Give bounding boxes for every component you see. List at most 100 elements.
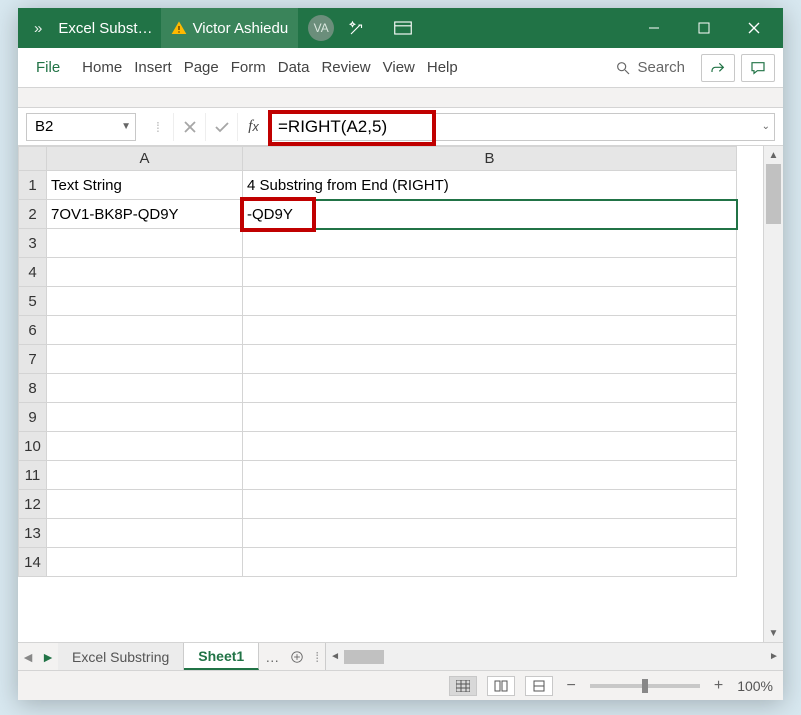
cell-A4[interactable] bbox=[47, 258, 243, 287]
formula-expand-icon[interactable]: ⌄ bbox=[762, 121, 770, 132]
vertical-scrollbar[interactable]: ▲ ▼ bbox=[763, 146, 783, 642]
cell-B5[interactable] bbox=[243, 287, 737, 316]
horizontal-scrollbar[interactable]: ◄ ► bbox=[325, 643, 783, 670]
row-header-5[interactable]: 5 bbox=[19, 287, 47, 316]
name-box-dropdown-icon[interactable]: ▼ bbox=[121, 121, 131, 132]
row-header-1[interactable]: 1 bbox=[19, 171, 47, 200]
cell-A1[interactable]: Text String bbox=[47, 171, 243, 200]
insert-function-button[interactable]: fx bbox=[238, 113, 270, 141]
enter-formula-button[interactable] bbox=[206, 113, 238, 141]
row-header-8[interactable]: 8 bbox=[19, 374, 47, 403]
col-header-B[interactable]: B bbox=[243, 147, 737, 171]
menu-data[interactable]: Data bbox=[272, 59, 316, 76]
select-all-corner[interactable] bbox=[19, 147, 47, 171]
hscroll-left-icon[interactable]: ◄ bbox=[326, 651, 344, 662]
cell-A12[interactable] bbox=[47, 490, 243, 519]
cell-B11[interactable] bbox=[243, 461, 737, 490]
zoom-slider[interactable] bbox=[590, 684, 700, 688]
user-avatar[interactable]: VA bbox=[308, 15, 334, 41]
cell-A9[interactable] bbox=[47, 403, 243, 432]
quick-access-wand[interactable] bbox=[334, 8, 380, 48]
formula-expand[interactable]: ⁞ bbox=[142, 113, 174, 141]
scroll-down-icon[interactable]: ▼ bbox=[764, 624, 783, 642]
close-button[interactable] bbox=[729, 8, 779, 48]
cell-B4[interactable] bbox=[243, 258, 737, 287]
cell-A14[interactable] bbox=[47, 548, 243, 577]
cell-A13[interactable] bbox=[47, 519, 243, 548]
minimize-button[interactable] bbox=[629, 8, 679, 48]
cancel-formula-button[interactable] bbox=[174, 113, 206, 141]
row-header-3[interactable]: 3 bbox=[19, 229, 47, 258]
menu-insert[interactable]: Insert bbox=[128, 59, 178, 76]
cell-B10[interactable] bbox=[243, 432, 737, 461]
cell-B8[interactable] bbox=[243, 374, 737, 403]
cell-B1[interactable]: 4 Substring from End (RIGHT) bbox=[243, 171, 737, 200]
tab-nav-next[interactable]: ► bbox=[38, 643, 58, 670]
formula-input[interactable]: =RIGHT(A2,5) ⌄ bbox=[270, 113, 775, 141]
vscroll-thumb[interactable] bbox=[766, 164, 781, 224]
cell-B6[interactable] bbox=[243, 316, 737, 345]
menu-help[interactable]: Help bbox=[421, 59, 464, 76]
row-header-4[interactable]: 4 bbox=[19, 258, 47, 287]
autosave-warning[interactable]: Victor Ashiedu bbox=[161, 8, 299, 48]
menu-page[interactable]: Page bbox=[178, 59, 225, 76]
cell-A10[interactable] bbox=[47, 432, 243, 461]
name-box[interactable]: B2 ▼ bbox=[26, 113, 136, 141]
cell-B9[interactable] bbox=[243, 403, 737, 432]
cell-A2[interactable]: 7OV1-BK8P-QD9Y bbox=[47, 200, 243, 229]
row-header-13[interactable]: 13 bbox=[19, 519, 47, 548]
tab-menu[interactable]: ⁞ bbox=[309, 643, 325, 670]
row-header-9[interactable]: 9 bbox=[19, 403, 47, 432]
cell-B14[interactable] bbox=[243, 548, 737, 577]
view-normal-button[interactable] bbox=[449, 676, 477, 696]
sheet-tab-active[interactable]: Sheet1 bbox=[184, 643, 259, 670]
zoom-out-button[interactable]: − bbox=[563, 677, 580, 695]
share-button[interactable] bbox=[701, 54, 735, 82]
new-sheet-button[interactable] bbox=[285, 643, 309, 670]
hscroll-thumb[interactable] bbox=[344, 650, 384, 664]
cell-B7[interactable] bbox=[243, 345, 737, 374]
row-header-7[interactable]: 7 bbox=[19, 345, 47, 374]
titlebar-overflow[interactable]: » bbox=[22, 20, 54, 37]
col-header-A[interactable]: A bbox=[47, 147, 243, 171]
menu-file[interactable]: File bbox=[26, 59, 76, 76]
document-name[interactable]: Excel Subst… bbox=[54, 20, 160, 37]
row-header-10[interactable]: 10 bbox=[19, 432, 47, 461]
row-header-12[interactable]: 12 bbox=[19, 490, 47, 519]
cell-A7[interactable] bbox=[47, 345, 243, 374]
cell-B3[interactable] bbox=[243, 229, 737, 258]
comments-button[interactable] bbox=[741, 54, 775, 82]
cell-A5[interactable] bbox=[47, 287, 243, 316]
sheet-tab-inactive[interactable]: Excel Substring bbox=[58, 643, 184, 670]
cell-A8[interactable] bbox=[47, 374, 243, 403]
tab-nav-prev[interactable]: ◄ bbox=[18, 643, 38, 670]
cell-B13[interactable] bbox=[243, 519, 737, 548]
hscroll-right-icon[interactable]: ► bbox=[765, 651, 783, 662]
menu-home[interactable]: Home bbox=[76, 59, 128, 76]
tab-overflow[interactable]: … bbox=[259, 643, 285, 670]
view-page-break-button[interactable] bbox=[525, 676, 553, 696]
menu-formulas[interactable]: Form bbox=[225, 59, 272, 76]
row-header-2[interactable]: 2 bbox=[19, 200, 47, 229]
page-layout-icon bbox=[494, 680, 508, 692]
zoom-thumb[interactable] bbox=[642, 679, 648, 693]
scroll-up-icon[interactable]: ▲ bbox=[764, 146, 783, 164]
menu-review[interactable]: Review bbox=[315, 59, 376, 76]
view-page-layout-button[interactable] bbox=[487, 676, 515, 696]
cell-A3[interactable] bbox=[47, 229, 243, 258]
maximize-button[interactable] bbox=[679, 8, 729, 48]
search-box[interactable]: Search bbox=[605, 59, 695, 76]
grid[interactable]: A B 1 Text String 4 Substring from End (… bbox=[18, 146, 763, 642]
row-header-6[interactable]: 6 bbox=[19, 316, 47, 345]
row-header-11[interactable]: 11 bbox=[19, 461, 47, 490]
menu-view[interactable]: View bbox=[377, 59, 421, 76]
zoom-in-button[interactable]: + bbox=[710, 677, 727, 695]
zoom-value[interactable]: 100% bbox=[737, 678, 773, 694]
cell-A6[interactable] bbox=[47, 316, 243, 345]
row-header-14[interactable]: 14 bbox=[19, 548, 47, 577]
cell-B12[interactable] bbox=[243, 490, 737, 519]
status-bar: − + 100% bbox=[18, 670, 783, 700]
ribbon-display-options[interactable] bbox=[380, 8, 426, 48]
cell-B2[interactable]: -QD9Y bbox=[243, 200, 737, 229]
cell-A11[interactable] bbox=[47, 461, 243, 490]
